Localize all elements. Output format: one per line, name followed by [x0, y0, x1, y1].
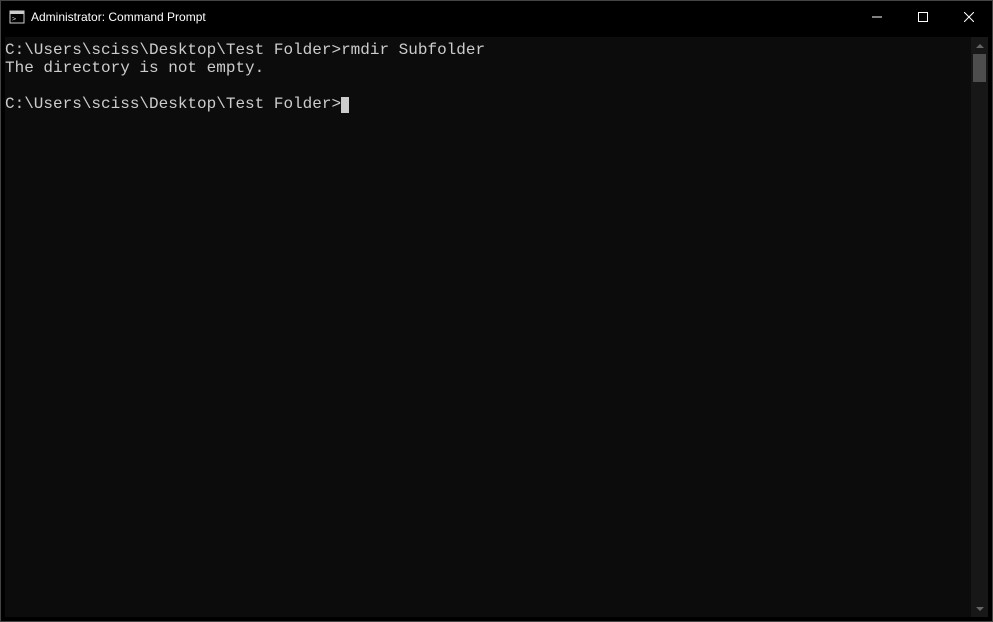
- content-area: C:\Users\sciss\Desktop\Test Folder>rmdir…: [1, 33, 992, 621]
- close-button[interactable]: [946, 1, 992, 33]
- scroll-track[interactable]: [971, 54, 988, 600]
- scroll-down-arrow-icon[interactable]: [971, 600, 988, 617]
- window-controls: [854, 1, 992, 33]
- terminal-output[interactable]: C:\Users\sciss\Desktop\Test Folder>rmdir…: [5, 37, 971, 617]
- app-icon: >_: [9, 9, 25, 25]
- titlebar[interactable]: >_ Administrator: Command Prompt: [1, 1, 992, 33]
- window-title: Administrator: Command Prompt: [31, 10, 854, 24]
- command-text: rmdir Subfolder: [341, 41, 485, 59]
- output-text: The directory is not empty.: [5, 59, 264, 77]
- minimize-button[interactable]: [854, 1, 900, 33]
- cursor: [341, 97, 349, 113]
- vertical-scrollbar[interactable]: [971, 37, 988, 617]
- prompt-text: C:\Users\sciss\Desktop\Test Folder>: [5, 41, 341, 59]
- prompt-text: C:\Users\sciss\Desktop\Test Folder>: [5, 95, 341, 113]
- scroll-up-arrow-icon[interactable]: [971, 37, 988, 54]
- svg-text:>_: >_: [12, 15, 21, 23]
- command-prompt-window: >_ Administrator: Command Prompt C:\User…: [0, 0, 993, 622]
- maximize-button[interactable]: [900, 1, 946, 33]
- scroll-thumb[interactable]: [973, 54, 986, 82]
